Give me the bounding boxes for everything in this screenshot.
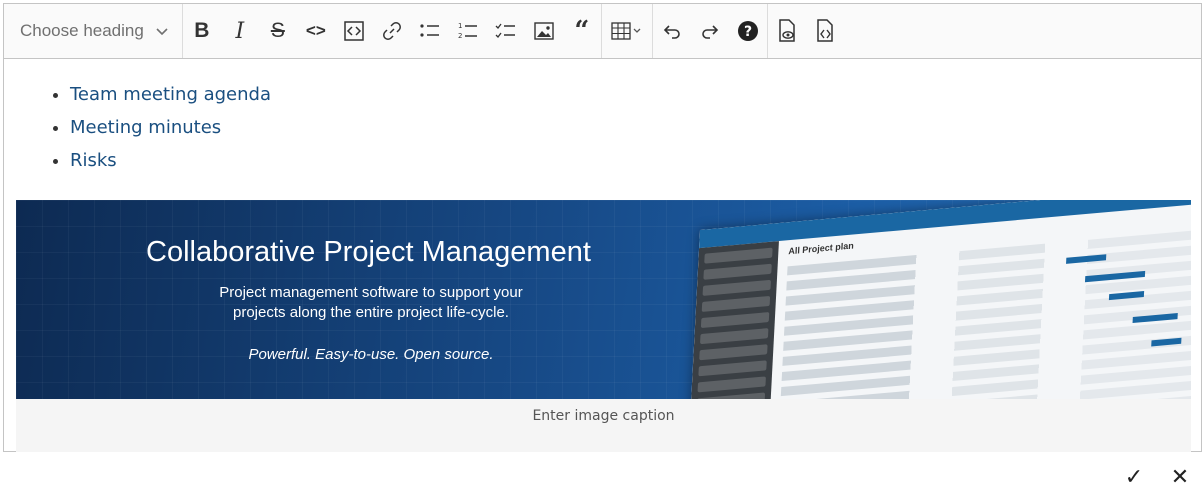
editor-content[interactable]: Team meeting agenda Meeting minutes Risk… [4,58,1201,452]
code-block-icon [344,21,364,41]
cancel-button[interactable]: ✕ [1157,458,1203,496]
banner-image[interactable]: Collaborative Project Management Project… [16,200,1191,399]
link-meeting-minutes[interactable]: Meeting minutes [70,117,221,138]
link-icon [382,21,402,41]
italic-icon: I [235,18,245,44]
preview-icon [777,19,797,43]
image-icon [534,22,554,40]
code-button[interactable]: <> [297,4,335,58]
list-item[interactable]: Risks [70,144,271,177]
svg-text:2: 2 [458,32,462,40]
confirm-button[interactable]: ✓ [1111,458,1157,496]
todo-list-icon [495,22,517,40]
numbered-list-button[interactable]: 12 [449,4,487,58]
insert-image-button[interactable] [525,4,563,58]
link-button[interactable] [373,4,411,58]
checkmark-icon: ✓ [1124,464,1144,489]
blockquote-button[interactable]: “ [563,4,601,58]
heading-dropdown[interactable]: Choose heading [4,4,183,58]
todo-list-button[interactable] [487,4,525,58]
help-button[interactable]: ? [729,4,767,58]
blockquote-icon: “ [574,16,590,46]
preview-button[interactable] [768,4,806,58]
banner-title: Collaborative Project Management [146,236,591,268]
numbered-list-icon: 12 [457,21,479,41]
illustration-title: All Project plan [788,240,855,257]
editor-actions: ✓ ✕ [1111,458,1203,496]
chevron-down-icon [156,21,168,41]
bold-button[interactable]: B [183,4,221,58]
code-block-button[interactable] [335,4,373,58]
heading-dropdown-label: Choose heading [20,21,144,40]
banner-subtitle: Project management software to support y… [219,284,523,321]
source-button[interactable] [806,4,844,58]
code-icon: <> [305,21,326,40]
svg-text:1: 1 [458,22,462,30]
redo-button[interactable] [691,4,729,58]
image-caption-field[interactable]: Enter image caption [16,408,1191,424]
svg-text:?: ? [744,24,752,40]
close-icon: ✕ [1170,464,1190,489]
app-screenshot-illustration: All Project plan [686,200,1191,399]
banner-tagline: Powerful. Easy-to-use. Open source. [248,346,494,363]
redo-icon [700,23,720,39]
insert-table-button[interactable] [602,4,652,58]
link-team-meeting-agenda[interactable]: Team meeting agenda [70,84,271,105]
illustration-sidebar [686,241,779,399]
strikethrough-button[interactable]: S [259,4,297,58]
editor-toolbar: Choose heading B I S <> 1 2 “ ? [4,4,1201,59]
help-icon: ? [737,20,759,42]
illustration-gantt [1049,236,1191,399]
list-item[interactable]: Meeting minutes [70,111,271,144]
rich-text-editor: Choose heading B I S <> 1 2 “ ? • Team m… [3,3,1202,452]
bold-icon: B [194,19,210,42]
bulleted-list-button[interactable] [411,4,449,58]
table-icon [611,22,643,40]
italic-button[interactable]: I [221,4,259,58]
link-list: Team meeting agenda Meeting minutes Risk… [50,78,271,177]
undo-icon [662,23,682,39]
strikethrough-icon: S [270,19,285,42]
undo-button[interactable] [653,4,691,58]
list-item[interactable]: Team meeting agenda [70,78,271,111]
bulleted-list-icon [419,22,441,40]
source-icon [815,19,835,43]
image-figure[interactable]: Collaborative Project Management Project… [16,200,1191,452]
link-risks[interactable]: Risks [70,150,117,171]
